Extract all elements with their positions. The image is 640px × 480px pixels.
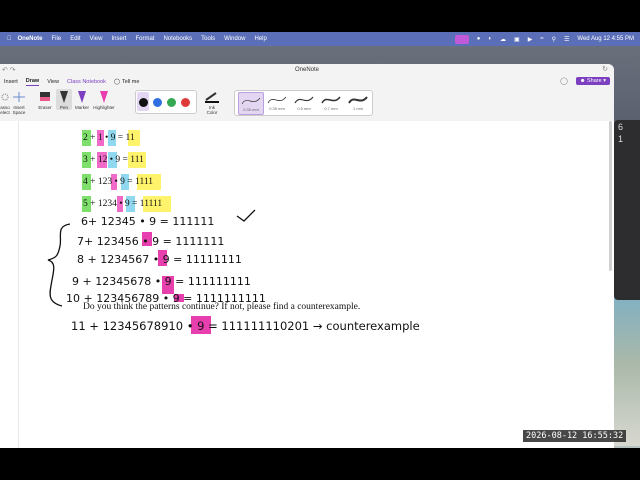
ink-checkmark	[236, 209, 256, 222]
ink-layer: 6+ 12345 • 9 = 111111 7+ 123456 • 9 = 11…	[47, 209, 420, 333]
ink-line: 6+ 12345 • 9 = 111111	[81, 215, 214, 228]
question-text: Do you think the patterns continue? If n…	[83, 302, 361, 312]
ink-line: 11 + 12345678910 • 9 = 111111110201 → co…	[71, 319, 420, 333]
ink-line: 8 + 1234567 • 9 = 11111111	[77, 253, 242, 266]
letterbox-bottom	[0, 448, 640, 480]
ink-line: 7+ 123456 • 9 = 1111111	[77, 235, 224, 248]
ink-line: 9 + 12345678 • 9 = 111111111	[72, 275, 251, 288]
recording-timestamp: 2026-08-12 16:55:32	[523, 430, 627, 442]
